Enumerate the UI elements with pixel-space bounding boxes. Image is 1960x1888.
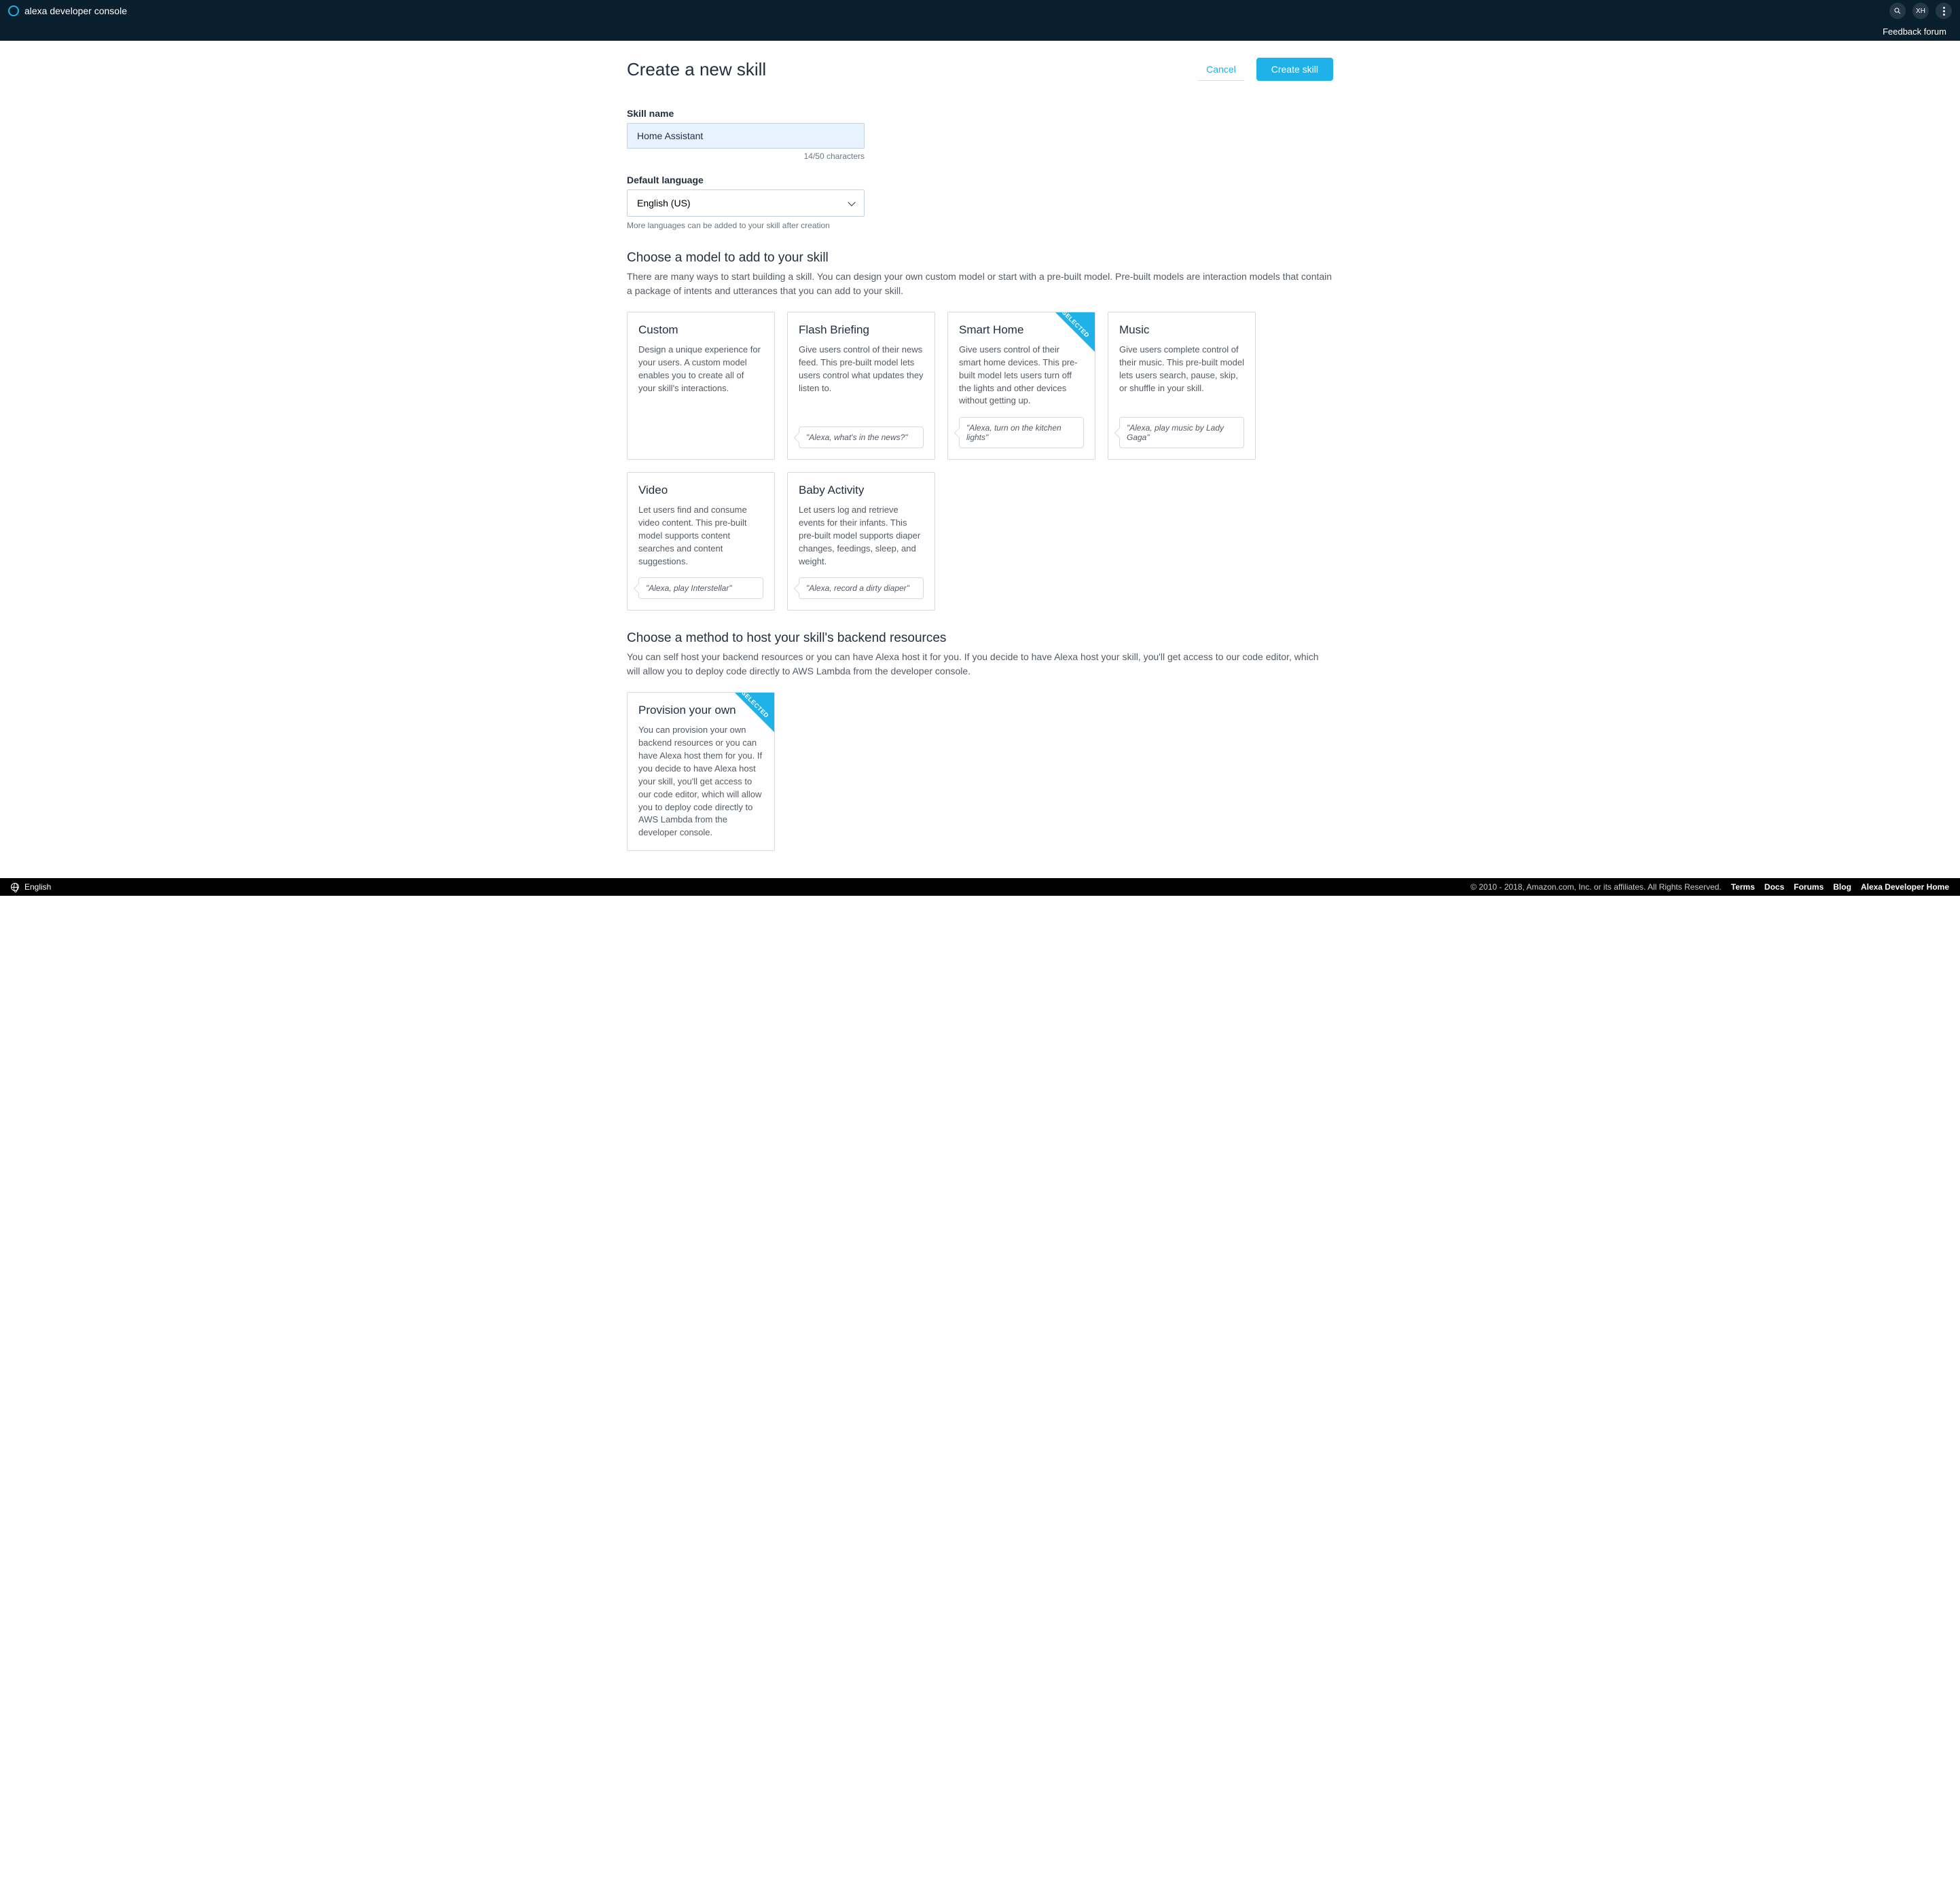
host-section-heading: Choose a method to host your skill's bac… xyxy=(627,631,1333,646)
page-title: Create a new skill xyxy=(627,59,766,80)
user-avatar[interactable]: XH xyxy=(1912,3,1929,19)
card-body: You can provision your own backend resou… xyxy=(638,724,763,839)
alexa-logo-icon xyxy=(8,5,19,16)
model-section-desc: There are many ways to start building a … xyxy=(627,270,1333,298)
model-card[interactable]: Custom Design a unique experience for you… xyxy=(627,312,775,460)
model-section-heading: Choose a model to add to your skill xyxy=(627,251,1333,266)
feedback-bar: Feedback forum xyxy=(0,22,1960,41)
host-grid: SELECTEDProvision your ownYou can provis… xyxy=(627,692,1333,851)
card-body: Give users control of their news feed. T… xyxy=(799,344,924,417)
skill-name-group: Skill name 14/50 characters xyxy=(627,108,1333,161)
skill-name-label: Skill name xyxy=(627,108,1333,119)
card-title: Flash Briefing xyxy=(799,323,924,337)
model-card[interactable]: Baby Activity Let users log and retrieve … xyxy=(787,472,935,611)
example-utterance: "Alexa, record a dirty diaper" xyxy=(799,577,924,599)
model-card[interactable]: Flash Briefing Give users control of thei… xyxy=(787,312,935,460)
title-row: Create a new skill Cancel Create skill xyxy=(627,58,1333,81)
model-card[interactable]: SELECTEDSmart HomeGive users control of … xyxy=(947,312,1095,460)
example-utterance: "Alexa, play music by Lady Gaga" xyxy=(1119,417,1244,448)
example-utterance: "Alexa, what's in the news?" xyxy=(799,426,924,448)
card-title: Custom xyxy=(638,323,763,337)
card-title: Video xyxy=(638,484,763,497)
language-group: Default language English (US) More langu… xyxy=(627,175,1333,230)
card-title: Music xyxy=(1119,323,1244,337)
card-body: Let users log and retrieve events for th… xyxy=(799,504,924,568)
model-grid: Custom Design a unique experience for you… xyxy=(627,312,1333,611)
header-actions: XH xyxy=(1889,3,1952,19)
card-body: Design a unique experience for your user… xyxy=(638,344,763,448)
footer-link-terms[interactable]: Terms xyxy=(1731,882,1755,892)
card-body: Give users complete control of their mus… xyxy=(1119,344,1244,407)
kebab-icon xyxy=(1943,7,1945,16)
footer-right: © 2010 - 2018, Amazon.com, Inc. or its a… xyxy=(1470,882,1949,892)
copyright: © 2010 - 2018, Amazon.com, Inc. or its a… xyxy=(1470,882,1721,892)
main-content: Create a new skill Cancel Create skill S… xyxy=(600,41,1360,878)
char-counter: 14/50 characters xyxy=(627,151,865,161)
card-title: Baby Activity xyxy=(799,484,924,497)
topbar: alexa developer console XH xyxy=(0,0,1960,22)
cancel-button[interactable]: Cancel xyxy=(1198,58,1244,81)
footer-link-forums[interactable]: Forums xyxy=(1794,882,1823,892)
example-utterance: "Alexa, play Interstellar" xyxy=(638,577,763,599)
globe-icon xyxy=(11,883,19,891)
brand-group: alexa developer console xyxy=(8,5,127,16)
footer: English © 2010 - 2018, Amazon.com, Inc. … xyxy=(0,878,1960,896)
footer-link-docs[interactable]: Docs xyxy=(1764,882,1784,892)
footer-language[interactable]: English xyxy=(24,882,51,892)
more-menu-button[interactable] xyxy=(1936,3,1952,19)
language-select[interactable]: English (US) xyxy=(627,189,865,217)
footer-link-home[interactable]: Alexa Developer Home xyxy=(1861,882,1949,892)
footer-left: English xyxy=(11,882,51,892)
card-body: Let users find and consume video content… xyxy=(638,504,763,568)
search-button[interactable] xyxy=(1889,3,1906,19)
language-hint: More languages can be added to your skil… xyxy=(627,221,1333,230)
chevron-down-icon xyxy=(848,198,855,206)
brand-label: alexa developer console xyxy=(24,5,127,16)
card-body: Give users control of their smart home d… xyxy=(959,344,1084,407)
example-utterance: "Alexa, turn on the kitchen lights" xyxy=(959,417,1084,448)
host-section-desc: You can self host your backend resources… xyxy=(627,650,1333,678)
model-card[interactable]: Music Give users complete control of thei… xyxy=(1108,312,1256,460)
model-card[interactable]: Video Let users find and consume video co… xyxy=(627,472,775,611)
skill-name-input[interactable] xyxy=(627,123,865,149)
model-card[interactable]: SELECTEDProvision your ownYou can provis… xyxy=(627,692,775,851)
language-value: English (US) xyxy=(637,198,691,208)
footer-link-blog[interactable]: Blog xyxy=(1833,882,1851,892)
create-skill-button[interactable]: Create skill xyxy=(1256,58,1333,81)
feedback-link[interactable]: Feedback forum xyxy=(1883,26,1946,37)
language-label: Default language xyxy=(627,175,1333,185)
page-actions: Cancel Create skill xyxy=(1198,58,1333,81)
